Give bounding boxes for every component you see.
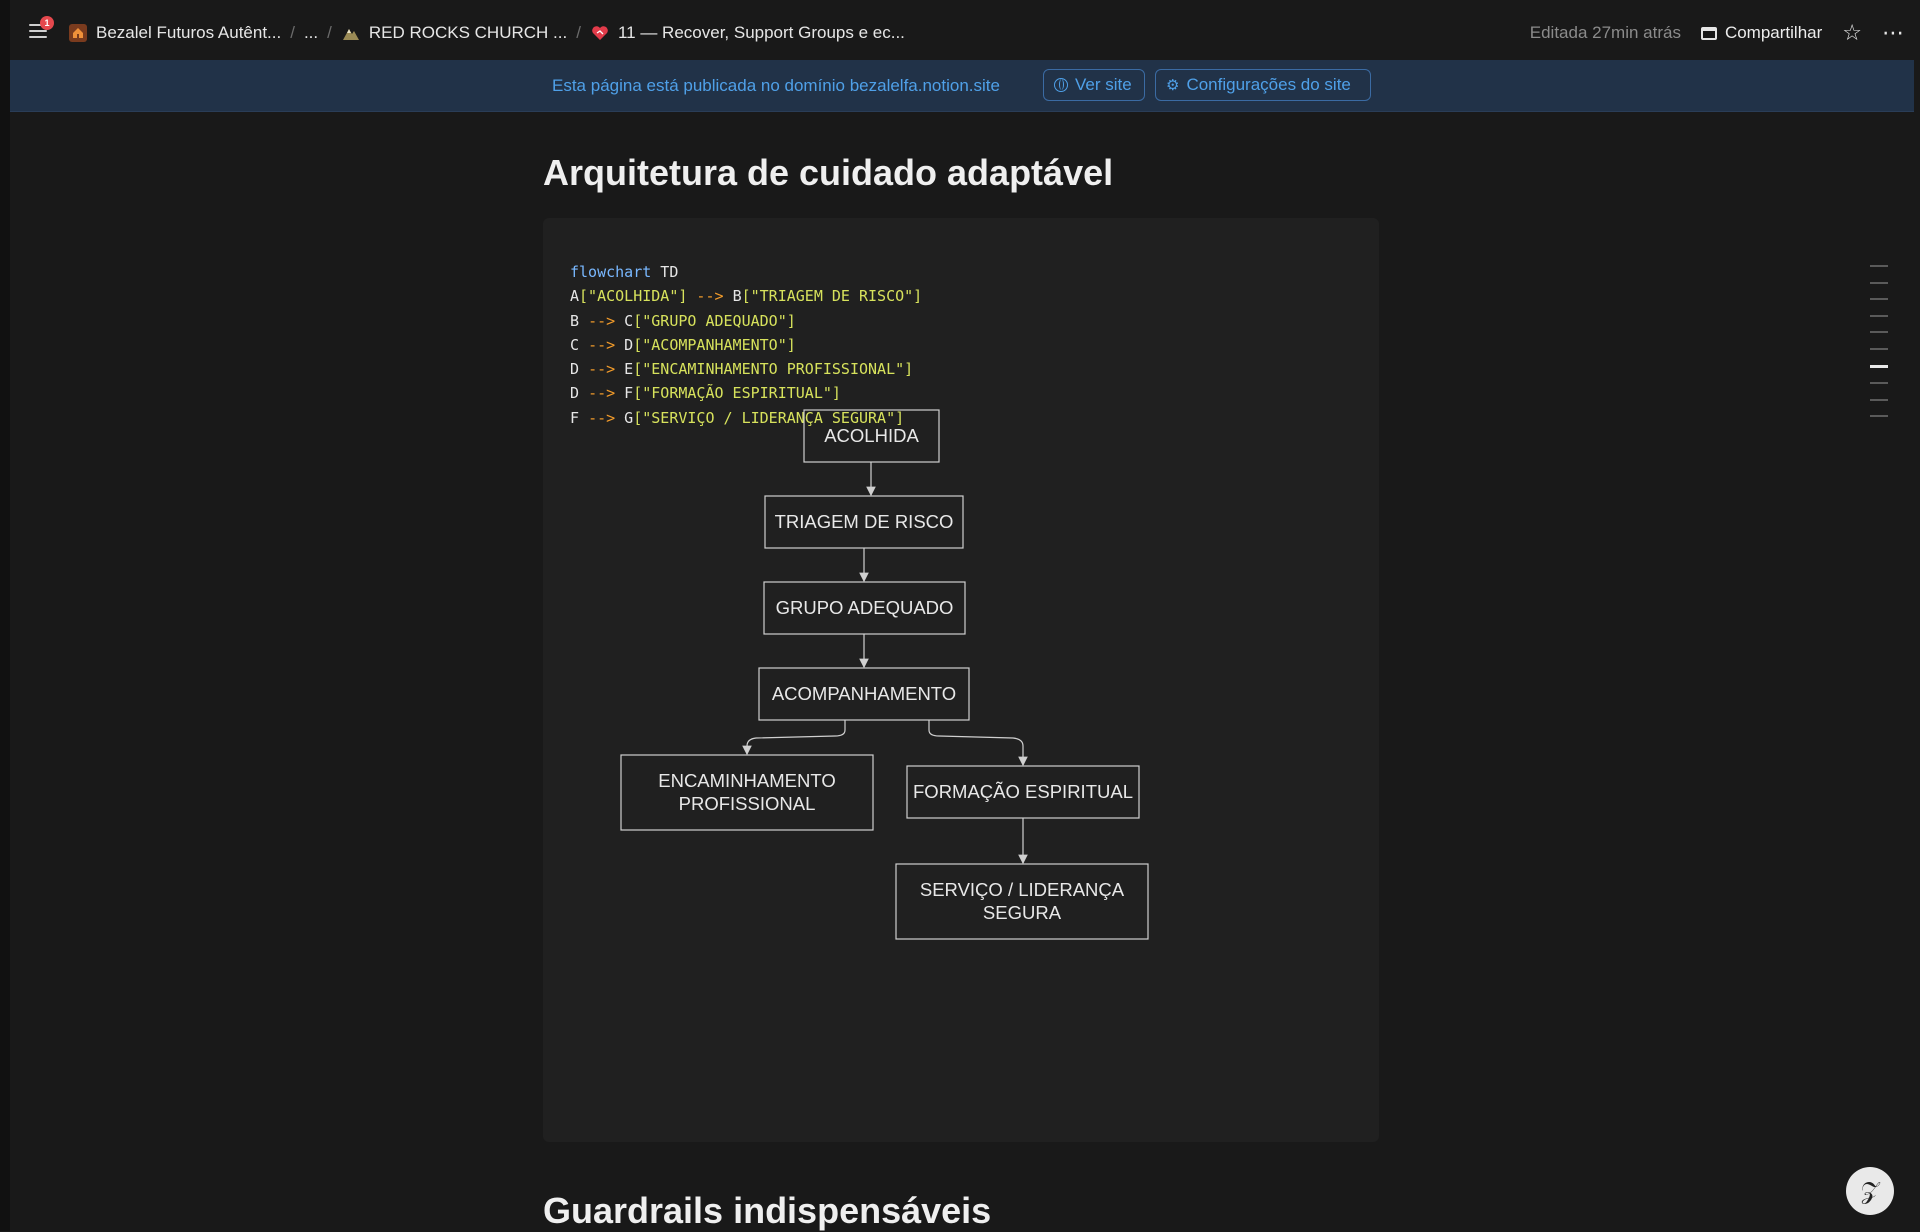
flowchart-edge-d-f bbox=[928, 720, 1028, 767]
gear-icon: ⚙ bbox=[1166, 76, 1180, 94]
toc-line-active[interactable] bbox=[1870, 364, 1888, 368]
globe-icon bbox=[1054, 78, 1068, 92]
section-heading: Guardrails indispensáveis bbox=[543, 1190, 992, 1231]
page-actions: Editada 27min atrás Compartilhar ☆ ⋯ bbox=[1530, 0, 1904, 66]
flowchart-node-f: FORMAÇÃO ESPIRITUAL bbox=[906, 765, 1140, 819]
breadcrumb: Bezalel Futuros Autênt... / ... / RED RO… bbox=[62, 0, 911, 66]
view-site-button[interactable]: Ver site bbox=[1043, 69, 1145, 101]
breadcrumb-separator: / bbox=[576, 23, 581, 42]
toc-line[interactable] bbox=[1870, 331, 1888, 334]
code-block[interactable]: flowchart TD A["ACOLHIDA"] --> B["TRIAGEM… bbox=[543, 218, 1379, 1142]
heart-icon bbox=[590, 23, 610, 43]
ai-assistant-icon[interactable]: 𝒵 bbox=[1846, 1167, 1894, 1215]
left-edge bbox=[0, 0, 10, 1231]
last-edited: Editada 27min atrás bbox=[1529, 23, 1681, 42]
flowchart-node-c: GRUPO ADEQUADO bbox=[763, 581, 966, 635]
toc-line[interactable] bbox=[1870, 347, 1888, 350]
toc-line[interactable] bbox=[1870, 415, 1888, 418]
top-bar: 1 Bezalel Futuros Autênt... / ... / RED … bbox=[10, 0, 1916, 60]
breadcrumb-separator: / bbox=[290, 23, 295, 42]
flowchart-node-label: PROFISSIONAL bbox=[679, 793, 816, 814]
window-icon bbox=[1700, 26, 1717, 40]
toc-line[interactable] bbox=[1870, 281, 1888, 284]
site-settings-label: Configurações do site bbox=[1186, 75, 1351, 94]
toc-line[interactable] bbox=[1870, 298, 1888, 301]
breadcrumb-item-workspace[interactable]: Bezalel Futuros Autênt... bbox=[62, 19, 287, 47]
flowchart-edge-d-e bbox=[742, 720, 846, 756]
flowchart-node-label: SERVIÇO / LIDERANÇA bbox=[920, 879, 1125, 900]
breadcrumb-item-red-rocks[interactable]: RED ROCKS CHURCH ... bbox=[335, 19, 573, 47]
breadcrumb-label: Bezalel Futuros Autênt... bbox=[96, 23, 282, 42]
share-label: Compartilhar bbox=[1724, 23, 1823, 42]
page-heading: Arquitetura de cuidado adaptável bbox=[543, 152, 1114, 193]
toc-line[interactable] bbox=[1870, 265, 1888, 267]
breadcrumb-item-ellipsis[interactable]: ... bbox=[298, 19, 324, 47]
breadcrumb-separator: / bbox=[327, 23, 332, 42]
table-of-contents-indicator[interactable] bbox=[1870, 265, 1890, 432]
mountain-icon bbox=[341, 23, 361, 43]
flowchart-node-b: TRIAGEM DE RISCO bbox=[764, 495, 964, 549]
flowchart-node-g: SERVIÇO / LIDERANÇASEGURA bbox=[895, 863, 1149, 940]
toc-line[interactable] bbox=[1870, 398, 1888, 401]
flowchart-node-label: FORMAÇÃO ESPIRITUAL bbox=[913, 781, 1133, 802]
breadcrumb-label: RED ROCKS CHURCH ... bbox=[368, 23, 568, 42]
notification-badge: 1 bbox=[40, 16, 54, 30]
more-icon[interactable]: ⋯ bbox=[1882, 22, 1904, 44]
flowchart-node-label: ACOLHIDA bbox=[824, 425, 919, 446]
flowchart-node-label: TRIAGEM DE RISCO bbox=[775, 511, 954, 532]
view-site-label: Ver site bbox=[1075, 75, 1132, 94]
star-icon[interactable]: ☆ bbox=[1842, 22, 1862, 44]
banner-text: Esta página está publicada no domínio be… bbox=[552, 76, 1000, 95]
flowchart-node-label: ACOMPANHAMENTO bbox=[772, 683, 956, 704]
flowchart-node-e: ENCAMINHAMENTOPROFISSIONAL bbox=[620, 754, 874, 831]
breadcrumb-label: 11 — Recover, Support Groups e ec... bbox=[617, 23, 905, 42]
site-settings-button[interactable]: ⚙ Configurações do site bbox=[1155, 69, 1371, 101]
breadcrumb-label: ... bbox=[303, 23, 319, 42]
house-icon bbox=[68, 23, 88, 43]
flowchart-diagram: ACOLHIDA TRIAGEM DE RISCO GRUPO ADEQUADO AC… bbox=[620, 409, 1149, 940]
flowchart-node-label: SEGURA bbox=[983, 902, 1062, 923]
toc-line[interactable] bbox=[1870, 314, 1888, 317]
flowchart-node-d: ACOMPANHAMENTO bbox=[758, 667, 970, 721]
share-button[interactable]: Compartilhar bbox=[1700, 23, 1823, 43]
flowchart-node-label: ENCAMINHAMENTO bbox=[658, 770, 835, 791]
breadcrumb-item-current-page[interactable]: 11 — Recover, Support Groups e ec... bbox=[584, 19, 911, 47]
published-banner: Esta página está publicada no domínio be… bbox=[10, 60, 1914, 112]
flowchart-node-a: ACOLHIDA bbox=[803, 409, 940, 463]
flowchart-node-label: GRUPO ADEQUADO bbox=[776, 597, 954, 618]
toc-line[interactable] bbox=[1870, 382, 1888, 385]
